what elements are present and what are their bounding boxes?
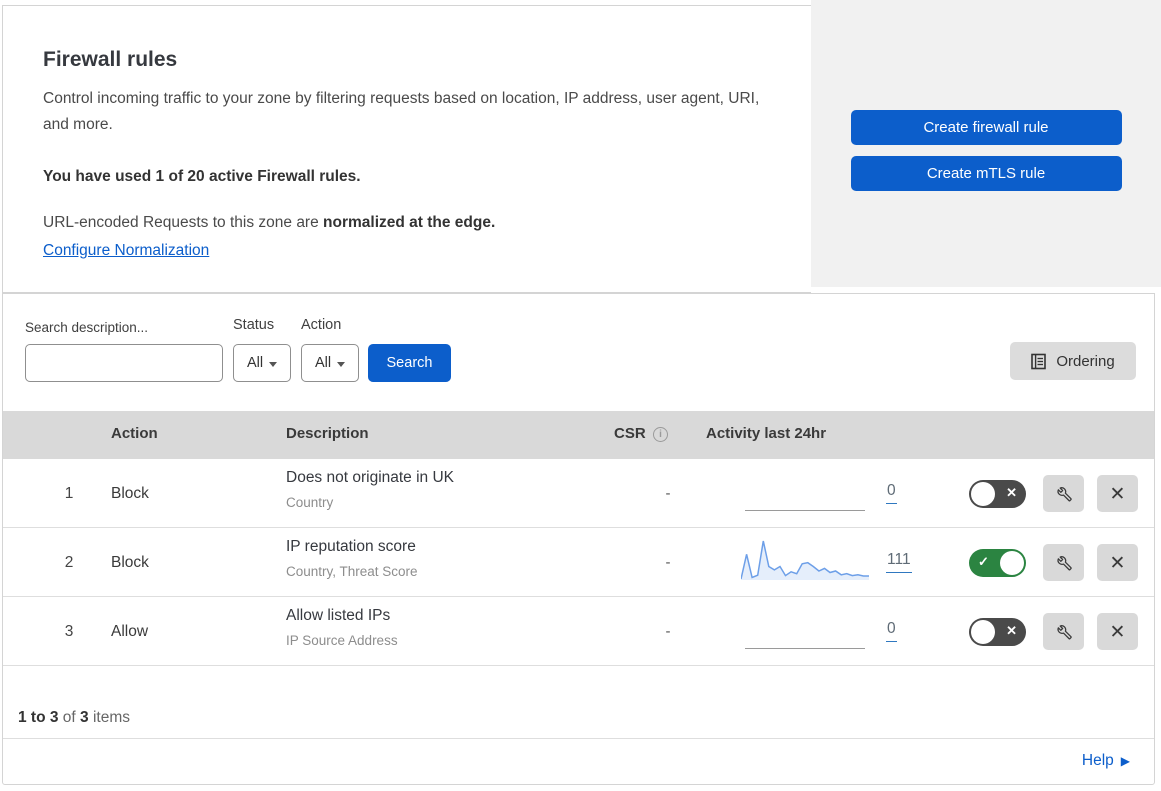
usage-summary: You have used 1 of 20 active Firewall ru… bbox=[43, 168, 361, 185]
rule-action: Allow bbox=[111, 623, 149, 640]
close-icon: ✕ bbox=[1109, 551, 1126, 574]
search-input-wrapper bbox=[25, 344, 225, 382]
normalization-note-bold: normalized at the edge. bbox=[323, 214, 496, 231]
actions-panel: Create firewall rule Create mTLS rule bbox=[811, 0, 1161, 287]
action-dropdown-value: All bbox=[314, 355, 332, 371]
rule-action: Block bbox=[111, 485, 149, 502]
status-dropdown[interactable]: All bbox=[233, 344, 291, 382]
toggle-knob bbox=[1000, 551, 1024, 575]
rule-action: Block bbox=[111, 554, 149, 571]
rule-csr-value: - bbox=[665, 623, 671, 640]
csr-info-icon[interactable]: i bbox=[653, 427, 668, 442]
x-icon: ✕ bbox=[1006, 623, 1017, 638]
wrench-icon bbox=[1057, 487, 1072, 502]
ordering-button-label: Ordering bbox=[1056, 352, 1115, 370]
wrench-icon bbox=[1057, 625, 1072, 640]
toggle-knob bbox=[971, 620, 995, 644]
help-link[interactable]: Help ▶ bbox=[1082, 752, 1130, 770]
help-link-label: Help bbox=[1081, 752, 1114, 769]
create-firewall-rule-button[interactable]: Create firewall rule bbox=[850, 110, 1122, 145]
table-row: 3 Allow Allow listed IPs IP Source Addre… bbox=[3, 597, 1154, 666]
delete-rule-button[interactable]: ✕ bbox=[1097, 613, 1138, 650]
pagination-summary: 1 to 3 of 3 items bbox=[18, 709, 130, 727]
rule-fields: Country, Threat Score bbox=[286, 564, 418, 579]
pagination-total: 3 bbox=[80, 709, 89, 726]
rule-csr-value: - bbox=[665, 554, 671, 571]
column-header-action: Action bbox=[111, 425, 158, 442]
activity-count-link[interactable]: 0 bbox=[886, 482, 897, 504]
delete-rule-button[interactable]: ✕ bbox=[1097, 544, 1138, 581]
rule-priority: 1 bbox=[64, 485, 74, 502]
search-button[interactable]: Search bbox=[368, 344, 451, 382]
check-icon: ✓ bbox=[978, 554, 989, 569]
edit-rule-button[interactable] bbox=[1043, 475, 1084, 512]
wrench-icon bbox=[1057, 556, 1072, 571]
firewall-rules-header-card: Firewall rules Control incoming traffic … bbox=[2, 5, 811, 293]
rules-list-card: Search description... Status Action All … bbox=[2, 293, 1155, 785]
pagination-of: of bbox=[58, 709, 81, 726]
rule-priority: 2 bbox=[64, 554, 74, 571]
activity-sparkline bbox=[741, 606, 869, 652]
action-label: Action bbox=[301, 317, 342, 333]
table-row: 1 Block Does not originate in UK Country… bbox=[3, 459, 1154, 528]
column-header-csr: CSR bbox=[614, 425, 646, 442]
column-header-description: Description bbox=[286, 425, 369, 442]
rule-description: Does not originate in UK bbox=[286, 469, 455, 486]
edit-rule-button[interactable] bbox=[1043, 613, 1084, 650]
arrow-right-icon: ▶ bbox=[1120, 754, 1130, 768]
configure-normalization-link[interactable]: Configure Normalization bbox=[43, 242, 209, 260]
table-row: 2 Block IP reputation score Country, Thr… bbox=[3, 528, 1154, 597]
create-mtls-rule-button[interactable]: Create mTLS rule bbox=[850, 156, 1122, 191]
rule-description: Allow listed IPs bbox=[286, 607, 391, 624]
table-header: Action Description CSR i Activity last 2… bbox=[3, 411, 1154, 459]
rule-enabled-toggle[interactable]: ✓ ✕ bbox=[969, 618, 1026, 646]
status-label: Status bbox=[233, 317, 275, 333]
pagination-items: items bbox=[88, 709, 130, 726]
x-icon: ✕ bbox=[1006, 485, 1017, 500]
close-icon: ✕ bbox=[1109, 482, 1126, 505]
chevron-down-icon bbox=[337, 361, 346, 367]
toggle-knob bbox=[971, 482, 995, 506]
rule-fields: IP Source Address bbox=[286, 633, 398, 648]
activity-sparkline bbox=[741, 537, 869, 583]
activity-sparkline bbox=[741, 468, 869, 514]
status-dropdown-value: All bbox=[246, 355, 264, 371]
column-header-activity: Activity last 24hr bbox=[706, 425, 827, 442]
rule-fields: Country bbox=[286, 495, 334, 510]
rule-enabled-toggle[interactable]: ✓ ✕ bbox=[969, 480, 1026, 508]
rule-description: IP reputation score bbox=[286, 538, 416, 555]
rule-csr-value: - bbox=[665, 485, 671, 502]
action-dropdown[interactable]: All bbox=[301, 344, 359, 382]
activity-count-link[interactable]: 111 bbox=[886, 551, 912, 573]
pagination-range: 1 to 3 bbox=[18, 709, 59, 726]
chevron-down-icon bbox=[269, 361, 278, 367]
page-description: Control incoming traffic to your zone by… bbox=[43, 90, 760, 133]
normalization-note-prefix: URL-encoded Requests to this zone are bbox=[43, 214, 324, 231]
normalization-note: URL-encoded Requests to this zone are no… bbox=[43, 214, 495, 232]
search-label: Search description... bbox=[25, 320, 149, 335]
rule-priority: 3 bbox=[64, 623, 74, 640]
search-input[interactable] bbox=[44, 355, 225, 371]
page-title: Firewall rules bbox=[43, 48, 178, 71]
edit-rule-button[interactable] bbox=[1043, 544, 1084, 581]
help-divider bbox=[3, 738, 1154, 739]
activity-count-link[interactable]: 0 bbox=[886, 620, 897, 642]
firewall-rules-page: Firewall rules Control incoming traffic … bbox=[0, 0, 1161, 791]
rule-enabled-toggle[interactable]: ✓ ✕ bbox=[969, 549, 1026, 577]
ordering-button[interactable]: Ordering bbox=[1010, 342, 1136, 380]
ordering-list-icon bbox=[1031, 353, 1047, 369]
delete-rule-button[interactable]: ✕ bbox=[1097, 475, 1138, 512]
close-icon: ✕ bbox=[1109, 620, 1126, 643]
